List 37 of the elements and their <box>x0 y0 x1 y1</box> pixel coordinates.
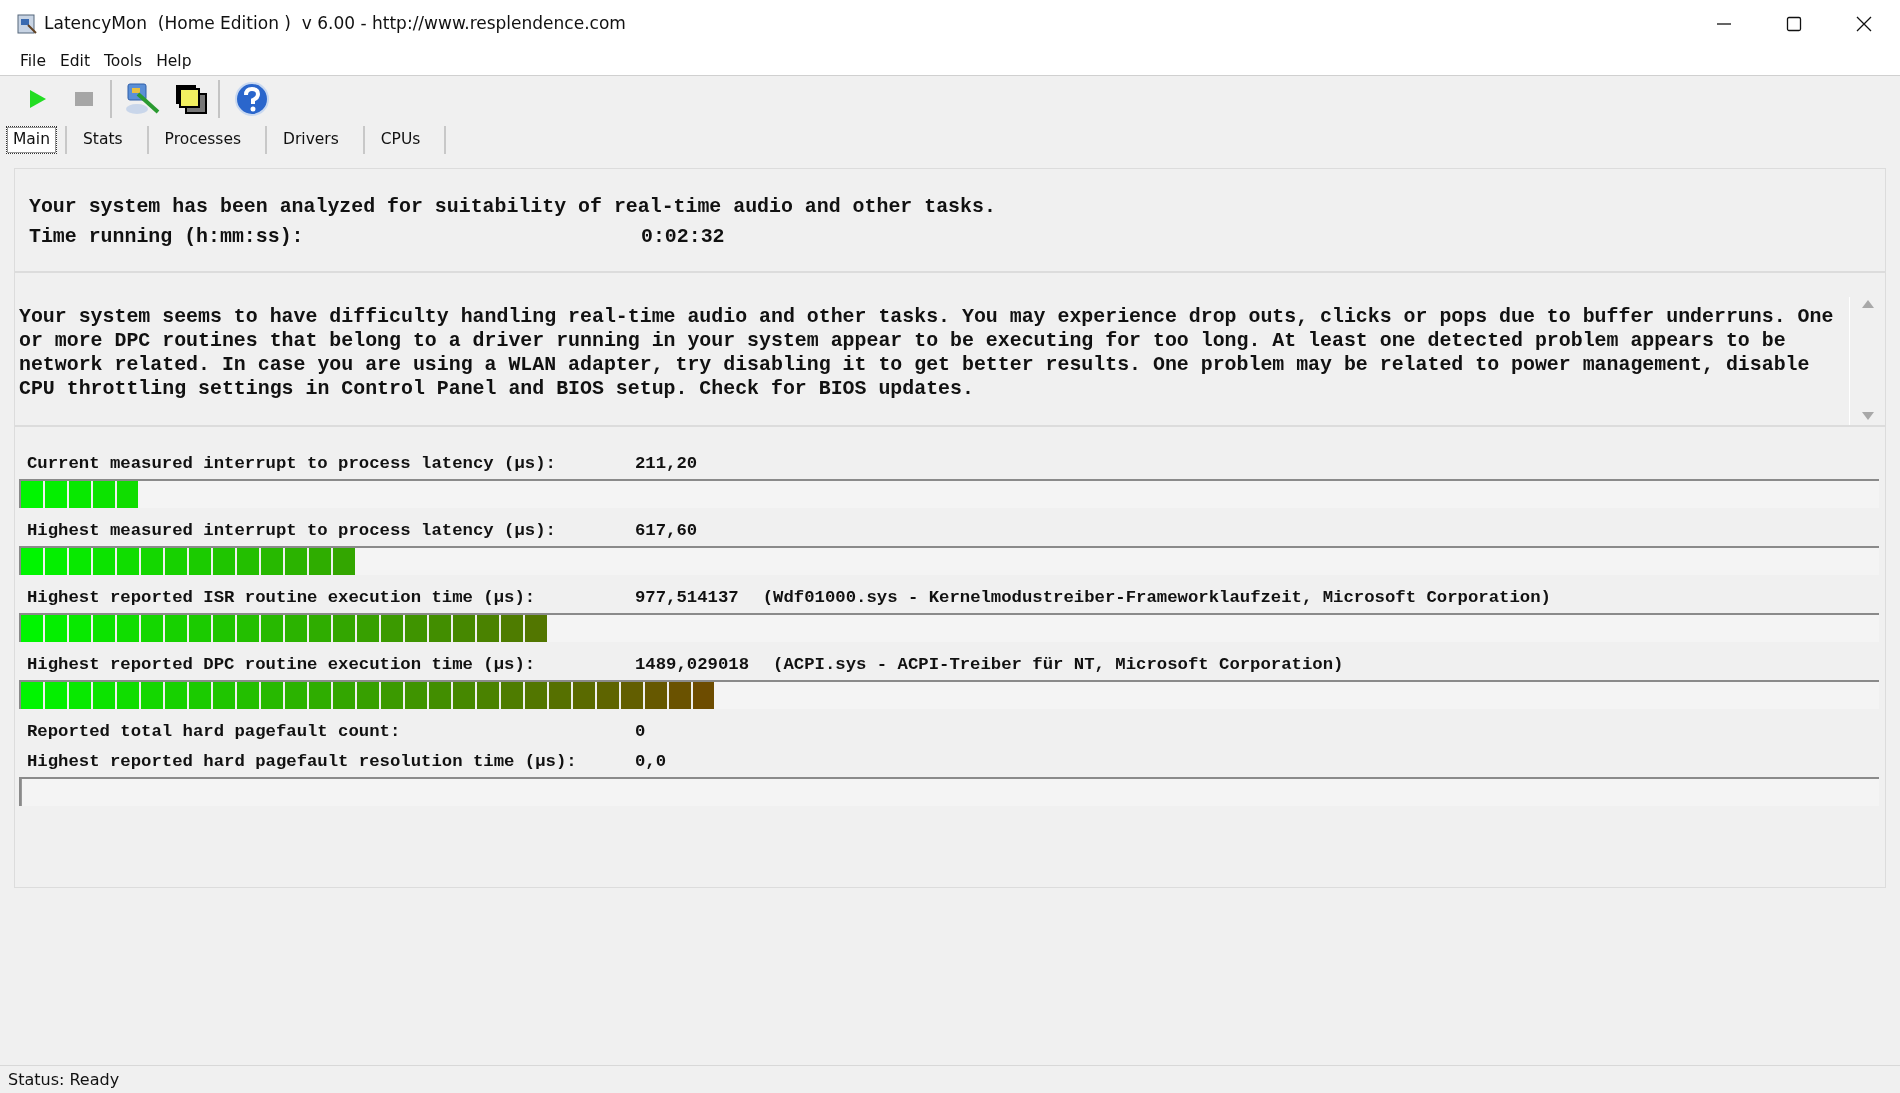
analysis-message: Your system seems to have difficulty handling real-time audio and other tasks. You may experience drop outs, clicks or pops due to buffer underruns. One or more DPC routines that belong to a driver running in your system appear to be executing for too long. At least one detected problem appears to be network related. In case you are using a WLAN adapter, try disabling it to get better results. One problem may be related to power management, disable CPU throttling settings in Control Panel and BIOS setup. Check for BIOS updates. <box>18 304 1835 402</box>
app-icon <box>16 13 38 35</box>
measurement-label: Current measured interrupt to process latency (µs): <box>27 453 557 476</box>
tab[interactable]: Processes <box>148 126 257 154</box>
measurement-value: 1489,029018 <box>635 654 750 677</box>
close-icon[interactable] <box>1856 16 1872 32</box>
measurement-value: 0 <box>635 721 646 744</box>
menu-item[interactable]: File <box>20 49 46 74</box>
windows-icon[interactable] <box>174 83 208 115</box>
measurement-label: Highest measured interrupt to process latency (µs): <box>27 520 557 543</box>
time-label: Time running (h:mm:ss): <box>29 225 305 248</box>
scroll-up-icon[interactable] <box>1860 299 1875 309</box>
computer-wand-icon[interactable] <box>124 82 160 116</box>
scroll-down-icon[interactable] <box>1860 411 1875 421</box>
measurement-label: Highest reported DPC routine execution time (µs): <box>27 654 537 677</box>
measurement-value: 0,0 <box>635 751 667 774</box>
tab[interactable]: Stats <box>67 126 139 154</box>
tab[interactable]: CPUs <box>364 126 437 154</box>
measurement-label: Highest reported hard pagefault resolution time (µs): <box>27 751 578 774</box>
measurement-value: 211,20 <box>635 453 698 476</box>
maximize-icon[interactable] <box>1786 16 1802 32</box>
measurement-value: 977,514137 <box>635 587 739 610</box>
tab[interactable]: Drivers <box>267 126 355 154</box>
time-value: 0:02:32 <box>641 225 725 248</box>
measurement-value: 617,60 <box>635 520 698 543</box>
tab[interactable]: Main <box>6 126 57 154</box>
measurement-source: (ACPI.sys - ACPI-Treiber für NT, Microsoft Corporation) <box>773 654 1344 677</box>
menu-item[interactable]: Tools <box>103 49 143 74</box>
measurement-label: Reported total hard pagefault count: <box>27 721 402 744</box>
window-title: LatencyMon (Home Edition ) v 6.00 - http://www.resplendence.com <box>44 12 626 36</box>
menu-item[interactable]: Help <box>156 49 192 74</box>
measurement-source: (Wdf01000.sys - Kernelmodustreiber-Frameworklaufzeit, Microsoft Corporation) <box>762 587 1551 610</box>
status-text: Status: Ready <box>8 1068 120 1091</box>
help-icon[interactable] <box>234 81 270 117</box>
measurement-label: Highest reported ISR routine execution time (µs): <box>27 587 537 610</box>
summary-text: Your system has been analyzed for suitability of real-time audio and other tasks. <box>29 195 997 218</box>
menu-item[interactable]: Edit <box>59 49 90 74</box>
